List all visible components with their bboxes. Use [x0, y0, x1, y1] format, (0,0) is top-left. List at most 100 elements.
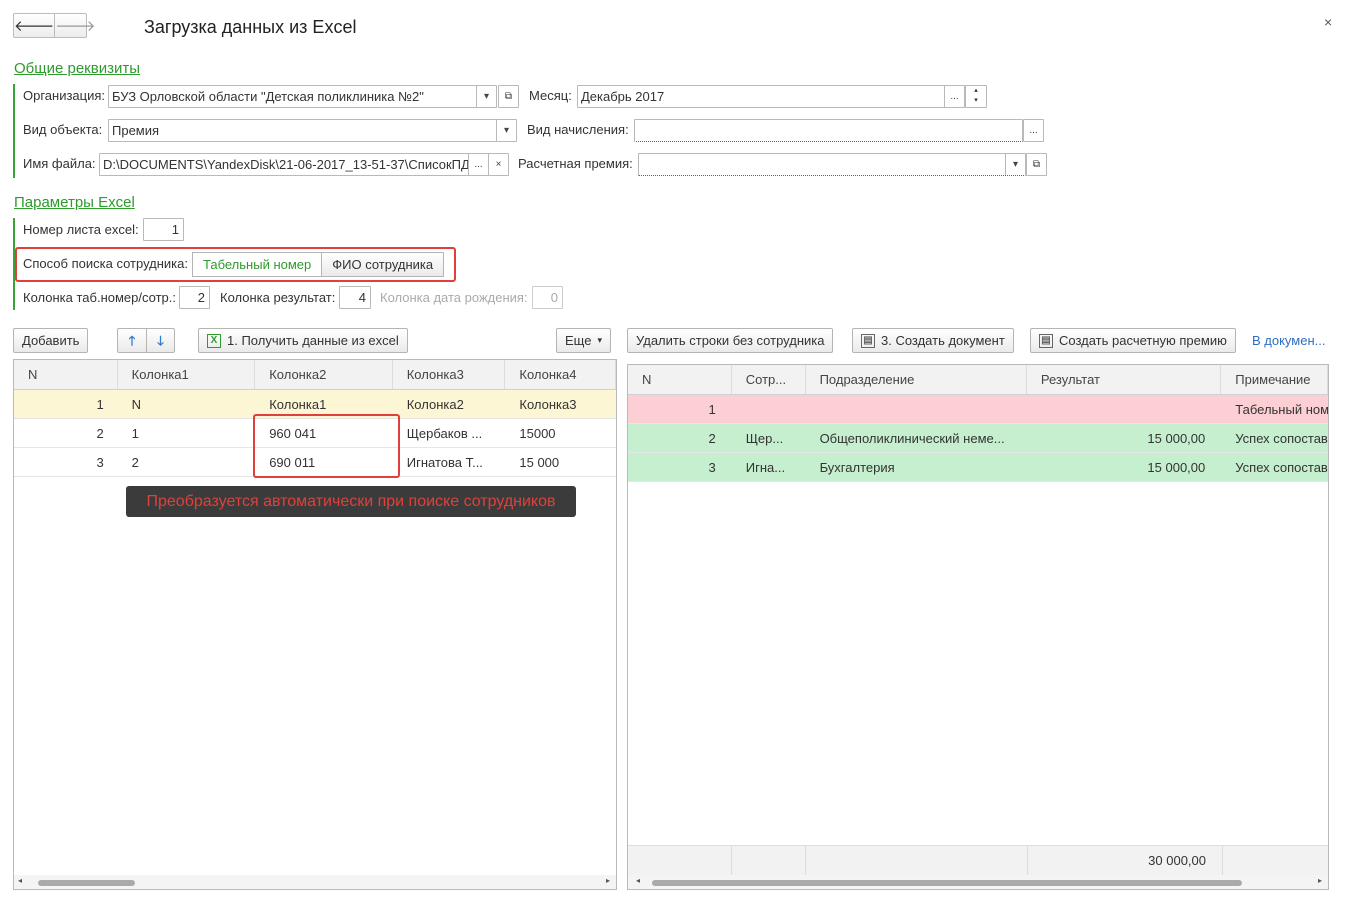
- clear-icon[interactable]: ×: [488, 154, 508, 175]
- accrual-label: Вид начисления:: [527, 122, 629, 137]
- table-row[interactable]: 1 Табельный ном: [628, 395, 1328, 424]
- cell: 2: [708, 431, 716, 446]
- objtype-value: Премия: [112, 123, 160, 138]
- scroll-right-icon[interactable]: ▸: [606, 876, 610, 885]
- file-value: D:\DOCUMENTS\YandexDisk\21-06-2017_13-51…: [103, 157, 470, 172]
- col-header[interactable]: Результат: [1027, 365, 1222, 394]
- create-bonus-button[interactable]: ▤ Создать расчетную премию: [1030, 328, 1236, 353]
- cell: 1: [131, 426, 139, 441]
- col-res-field[interactable]: 4: [339, 286, 371, 309]
- sheet-field[interactable]: 1: [143, 218, 184, 241]
- cell: Щер...: [745, 431, 784, 446]
- radio-fio[interactable]: ФИО сотрудника: [322, 252, 445, 277]
- col-header[interactable]: Подразделение: [806, 365, 1027, 394]
- scroll-left-icon[interactable]: ◂: [636, 876, 640, 885]
- cell: 15000: [519, 426, 556, 441]
- back-arrow-icon[interactable]: 🡐: [14, 14, 54, 37]
- col-header[interactable]: Сотр...: [732, 365, 806, 394]
- horizontal-scrollbar[interactable]: ◂ ▸: [14, 875, 616, 889]
- cell: Игна...: [745, 460, 786, 475]
- chevron-down-icon[interactable]: ▾: [1005, 154, 1025, 175]
- footer-cell: [732, 846, 806, 875]
- document-icon: ▤: [1039, 333, 1053, 348]
- open-icon[interactable]: ⧉: [1026, 153, 1047, 176]
- create-bonus-label: Создать расчетную премию: [1059, 333, 1227, 348]
- cell: Табельный ном: [1235, 402, 1328, 417]
- section-general[interactable]: Общие реквизиты: [14, 60, 140, 77]
- table-row[interactable]: 3 Игна... Бухгалтерия 15 000,00 Успех со…: [628, 453, 1328, 482]
- col-header[interactable]: Колонка4: [505, 360, 616, 389]
- tooltip: Преобразуется автоматически при поиске с…: [126, 486, 576, 517]
- scrollbar-thumb[interactable]: [38, 880, 135, 886]
- col-tab-label: Колонка таб.номер/сотр.:: [23, 290, 176, 305]
- bonus-field[interactable]: ▾: [638, 153, 1026, 176]
- ellipsis-button[interactable]: ...: [944, 86, 964, 107]
- cell: Колонка2: [406, 397, 464, 412]
- table-header: N Сотр... Подразделение Результат Примеч…: [628, 365, 1328, 395]
- delete-rows-label: Удалить строки без сотрудника: [636, 333, 825, 348]
- delete-rows-button[interactable]: Удалить строки без сотрудника: [627, 328, 834, 353]
- ellipsis-button[interactable]: ...: [468, 154, 488, 175]
- more-button[interactable]: Еще ▾: [556, 328, 611, 353]
- sheet-label: Номер листа excel:: [23, 222, 139, 237]
- col-birth-label: Колонка дата рождения:: [380, 290, 528, 305]
- section-bar: [13, 84, 15, 178]
- file-label: Имя файла:: [23, 156, 96, 171]
- cell: 3: [96, 455, 104, 470]
- col-header[interactable]: Колонка3: [393, 360, 506, 389]
- get-data-button[interactable]: X 1. Получить данные из excel: [198, 328, 408, 353]
- accrual-field[interactable]: [634, 119, 1023, 142]
- create-doc-button[interactable]: ▤ 3. Создать документ: [852, 328, 1014, 353]
- col-header[interactable]: Примечание: [1221, 365, 1328, 394]
- cell: 15 000,00: [1147, 431, 1206, 446]
- scroll-left-icon[interactable]: ◂: [18, 876, 22, 885]
- cell: [732, 395, 806, 423]
- col-tab-field[interactable]: 2: [179, 286, 210, 309]
- col-header[interactable]: Колонка1: [118, 360, 256, 389]
- org-value: БУЗ Орловской области "Детская поликлини…: [112, 89, 424, 104]
- scroll-right-icon[interactable]: ▸: [1318, 876, 1322, 885]
- col-header[interactable]: N: [14, 360, 118, 389]
- arrow-up-icon[interactable]: 🡑: [118, 329, 146, 352]
- arrow-down-icon[interactable]: 🡓: [146, 329, 174, 352]
- cell: Игнатова Т...: [406, 455, 483, 470]
- in-doc-link[interactable]: В докумен...: [1252, 333, 1325, 348]
- document-icon: ▤: [861, 333, 875, 348]
- move-buttons: 🡑 🡓: [117, 328, 175, 353]
- cell: 15 000: [519, 455, 560, 470]
- col-birth-field[interactable]: 0: [532, 286, 563, 309]
- org-field[interactable]: БУЗ Орловской области "Детская поликлини…: [108, 85, 497, 108]
- month-spinner[interactable]: ▴ ▾: [965, 85, 987, 108]
- objtype-field[interactable]: Премия ▾: [108, 119, 517, 142]
- close-icon[interactable]: ×: [1324, 14, 1332, 30]
- add-button[interactable]: Добавить: [13, 328, 89, 353]
- nav-buttons: 🡐 🡒: [13, 13, 95, 38]
- col-header[interactable]: Колонка2: [255, 360, 393, 389]
- cell: 1: [708, 402, 716, 417]
- window-title: Загрузка данных из Excel: [144, 17, 357, 37]
- table-row[interactable]: 2 Щер... Общеполиклинический неме... 15 …: [628, 424, 1328, 453]
- col-header[interactable]: N: [628, 365, 732, 394]
- table-header: N Колонка1 Колонка2 Колонка3 Колонка4: [14, 360, 616, 390]
- search-label: Способ поиска сотрудника:: [23, 256, 188, 271]
- month-field[interactable]: Декабрь 2017 ...: [577, 85, 965, 108]
- ellipsis-button[interactable]: ...: [1023, 119, 1044, 142]
- scrollbar-thumb[interactable]: [652, 880, 1242, 886]
- cell: 3: [708, 460, 716, 475]
- radio-tabnum[interactable]: Табельный номер: [192, 252, 323, 277]
- chevron-down-icon[interactable]: ▾: [476, 86, 496, 107]
- chevron-down-icon[interactable]: ▾: [496, 120, 516, 141]
- org-label: Организация:: [23, 88, 106, 103]
- horizontal-scrollbar[interactable]: ◂ ▸: [628, 875, 1328, 889]
- objtype-label: Вид объекта:: [23, 122, 103, 137]
- chevron-down-icon: ▾: [597, 335, 602, 345]
- cell: 2: [131, 455, 139, 470]
- col-res-label: Колонка результат:: [220, 290, 336, 305]
- cell: [1027, 395, 1221, 423]
- month-label: Месяц:: [529, 88, 572, 103]
- file-field[interactable]: D:\DOCUMENTS\YandexDisk\21-06-2017_13-51…: [99, 153, 509, 176]
- cell: Общеполиклинический неме...: [819, 431, 1005, 446]
- section-excel[interactable]: Параметры Excel: [14, 194, 135, 211]
- open-icon[interactable]: ⧉: [498, 85, 519, 108]
- forward-arrow-icon[interactable]: 🡒: [54, 14, 95, 37]
